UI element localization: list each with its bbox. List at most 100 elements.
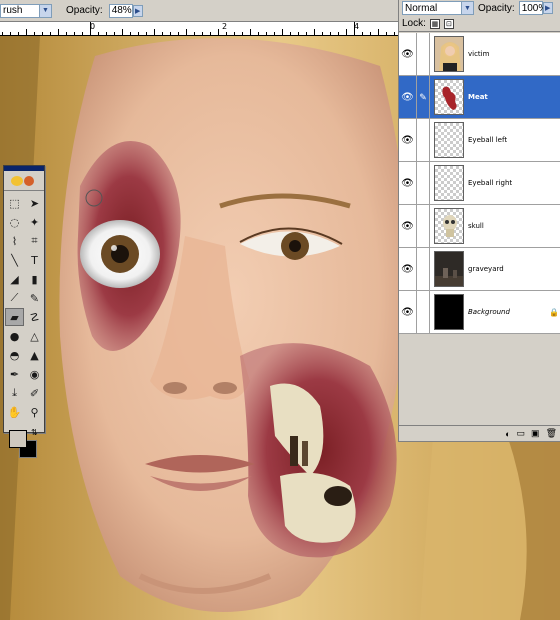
adjustment-layer-icon[interactable]: ◐	[505, 429, 510, 439]
ruler-tick	[18, 32, 19, 35]
hand-tool-icon[interactable]: ✋	[5, 403, 24, 421]
slice-tool-icon[interactable]: ╲	[5, 251, 24, 269]
layer-list: 👁 victim 👁 ✎ Meat 👁 Eyeball left 👁 Eyeba…	[399, 32, 560, 334]
layer-name-eyeball-right: Eyeball right	[468, 179, 513, 187]
ruler-tick	[34, 32, 35, 35]
ruler-tick	[298, 32, 299, 35]
type-tool-icon[interactable]: T	[25, 251, 44, 269]
layer-thumbnail-skull	[434, 208, 464, 244]
eye-icon[interactable]: 👁	[399, 161, 417, 205]
pencil-tool-icon[interactable]: ✎	[25, 289, 44, 307]
ruler-number: 0	[90, 22, 96, 31]
blend-mode-select[interactable]: Normal ▼	[402, 1, 474, 15]
brush-preset-label: rush	[3, 5, 23, 16]
ruler-tick	[50, 32, 51, 35]
move-tool-icon[interactable]: ➤	[25, 194, 44, 212]
ruler-tick	[338, 32, 339, 35]
chevron-down-icon[interactable]: ▼	[39, 4, 51, 17]
layer-link-column[interactable]	[417, 118, 430, 162]
ruler-tick	[330, 32, 331, 35]
eye-icon[interactable]: 👁	[399, 290, 417, 334]
gradient-tool-icon[interactable]: ▮	[25, 270, 44, 288]
layer-thumbnail-eyeball-right	[434, 165, 464, 201]
layer-row-skull[interactable]: 👁 skull	[399, 204, 560, 248]
tools-palette: ⬚ ➤ ◌ ✦ ⌇ ⌗ ╲ T ◢ ▮ ⟋ ✎ ▰ ☡ ● △ ◓ ▲ ✒ ◉ …	[3, 165, 45, 458]
note-tool-icon[interactable]: ✐	[25, 384, 44, 402]
lock-all-icon[interactable]: ⊡	[443, 18, 454, 29]
brush-selector-tool-icon[interactable]: ⌇	[5, 232, 24, 250]
opacity-slider-icon[interactable]: ▶	[132, 4, 143, 17]
ruler-number: 2	[222, 22, 228, 31]
magic-wand-tool-icon[interactable]: ✦	[25, 213, 44, 231]
layer-thumbnail-victim	[434, 36, 464, 72]
eyedropper-tool-icon[interactable]: ⤓	[5, 384, 24, 402]
feather-logo-icon[interactable]	[4, 171, 44, 191]
crop-tool-icon[interactable]: ⌗	[25, 232, 44, 250]
layer-name-graveyard: graveyard	[468, 265, 504, 273]
ruler-tick	[218, 29, 219, 35]
new-group-icon[interactable]: ▭	[517, 428, 526, 439]
ruler-tick	[154, 29, 155, 35]
layer-row-eyeball-right[interactable]: 👁 Eyeball right	[399, 161, 560, 205]
tool-options-bar: rush ▼ Opacity: 48% ▶	[0, 0, 398, 22]
layer-opacity-input[interactable]: 100%	[518, 1, 547, 15]
new-layer-icon[interactable]: ▣	[531, 428, 540, 439]
ruler-tick	[138, 32, 139, 35]
sharpen-tool-icon[interactable]: ▲	[25, 346, 44, 364]
eye-icon[interactable]: 👁	[399, 247, 417, 291]
layer-link-column[interactable]	[417, 161, 430, 205]
opacity-input[interactable]: 48%	[108, 3, 133, 18]
lasso-tool-icon[interactable]: ◌	[5, 213, 24, 231]
eye-icon[interactable]: 👁	[399, 75, 417, 119]
brush-preset-picker[interactable]: rush ▼	[0, 3, 52, 18]
ruler-tick	[242, 32, 243, 35]
ruler-tick	[186, 29, 187, 35]
layer-row-graveyard[interactable]: 👁 graveyard	[399, 247, 560, 291]
layer-row-eyeball-left[interactable]: 👁 Eyeball left	[399, 118, 560, 162]
smudge-tool-icon[interactable]: ☡	[25, 308, 44, 326]
layer-link-column[interactable]	[417, 204, 430, 248]
layer-row-victim[interactable]: 👁 victim	[399, 32, 560, 76]
ruler-tick	[58, 29, 59, 35]
eye-icon[interactable]: 👁	[399, 118, 417, 162]
ruler-tick	[346, 29, 347, 35]
lock-icon: 🔒	[549, 307, 559, 317]
fill-tool-icon[interactable]: ◢	[5, 270, 24, 288]
marquee-tool-icon[interactable]: ⬚	[5, 194, 24, 212]
ruler-tick	[162, 32, 163, 35]
foreground-color-swatch[interactable]	[9, 430, 27, 448]
trash-icon[interactable]: 🗑	[546, 428, 557, 439]
layer-link-column[interactable]	[417, 32, 430, 76]
ruler-tick	[74, 32, 75, 35]
layer-opacity-slider-icon[interactable]: ▶	[542, 2, 553, 14]
layer-row-background[interactable]: 👁 Background 🔒	[399, 290, 560, 334]
lock-label: Lock:	[402, 18, 426, 29]
layer-link-column[interactable]	[417, 247, 430, 291]
color-swatches: ⇅	[4, 428, 44, 464]
eye-icon[interactable]: 👁	[399, 32, 417, 76]
dodge-tool-icon[interactable]: ●	[5, 327, 24, 345]
chevron-down-icon[interactable]: ▼	[461, 2, 473, 14]
ruler-tick	[42, 32, 43, 35]
ruler-tick	[322, 32, 323, 35]
layer-link-column[interactable]	[417, 290, 430, 334]
layers-panel-footer: ◐ ▭ ▣ 🗑	[399, 425, 560, 441]
burn-tool-icon[interactable]: △	[25, 327, 44, 345]
layer-row-meat[interactable]: 👁 ✎ Meat	[399, 75, 560, 119]
custom-shape-tool-icon[interactable]: ◉	[25, 365, 44, 383]
pen-tool-icon[interactable]: ✒	[5, 365, 24, 383]
lock-transparency-icon[interactable]: ▦	[429, 18, 440, 29]
opacity-label: Opacity:	[66, 5, 103, 16]
paintbrush-icon[interactable]: ✎	[417, 75, 430, 119]
layer-thumbnail-meat	[434, 79, 464, 115]
eraser-tool-icon[interactable]: ▰	[5, 308, 24, 326]
zoom-tool-icon[interactable]: ⚲	[25, 403, 44, 421]
sponge-tool-icon[interactable]: ◓	[5, 346, 24, 364]
ruler-tick	[266, 32, 267, 35]
ruler-tick	[226, 32, 227, 35]
ruler-tick	[290, 32, 291, 35]
brush-tool-icon[interactable]: ⟋	[5, 289, 24, 307]
ruler-tick	[210, 32, 211, 35]
swap-colors-icon[interactable]: ⇅	[31, 428, 38, 437]
eye-icon[interactable]: 👁	[399, 204, 417, 248]
